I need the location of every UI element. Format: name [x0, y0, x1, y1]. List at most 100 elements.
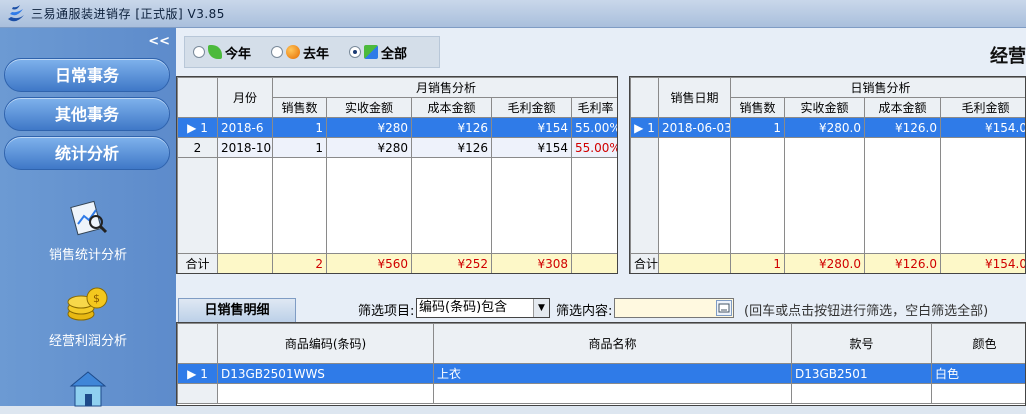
row-header-corner [178, 78, 218, 118]
page-title: 经营 [990, 42, 1026, 68]
total-row: 合计 2 ¥560 ¥252 ¥308 [178, 254, 619, 274]
cell-received: ¥280 [327, 118, 412, 138]
app-logo-icon [5, 3, 27, 25]
cell-product-code: D13GB2501WWS [218, 364, 434, 384]
table-row[interactable]: 2 2018-10 1 ¥280 ¥126 ¥154 55.00% [178, 138, 619, 158]
monthly-group-title: 月销售分析 [273, 78, 619, 98]
period-radio-group: 今年 去年 全部 [184, 36, 440, 68]
main-panel: 今年 去年 全部 经营 月份 月销售分析 [176, 28, 1026, 406]
orange-ball-icon [286, 45, 300, 59]
title-bar: 三易通服装进销存 [正式版] V3.85 [0, 0, 1026, 28]
radio-label: 今年 [225, 43, 251, 62]
sidebar-item-sales-stats[interactable]: 销售统计分析 [0, 198, 176, 263]
sidebar: << 日常事务 其他事务 统计分析 销售统计分析 $ 经营利润分析 [0, 28, 176, 406]
total-label: 合计 [178, 254, 218, 274]
cell-rate: 55.00% [572, 138, 619, 158]
filter-hint: (回车或点击按钮进行筛选，空白筛选全部) [744, 300, 988, 319]
detail-tabbar: 日销售明细 筛选项目: 编码(条码)包含 ▼ 筛选内容: (回车或点击按钮进行筛… [176, 294, 1026, 322]
cell-cost: ¥126 [412, 118, 492, 138]
leaf-icon [208, 45, 222, 59]
row-pointer-icon: ▶ [187, 367, 196, 381]
empty-row [631, 138, 1026, 254]
filter-item-label: 筛选项目: [358, 300, 414, 319]
cell-profit: ¥154 [492, 118, 572, 138]
cell-color: 白色 [932, 364, 1026, 384]
sidebar-item-profit-analysis[interactable]: $ 经营利润分析 [0, 284, 176, 349]
radio-last-year[interactable]: 去年 [271, 43, 329, 62]
col-qty: 销售数 [731, 98, 785, 118]
nav-statistics-button[interactable]: 统计分析 [4, 136, 170, 170]
col-product-code: 商品编码(条码) [218, 324, 434, 364]
tab-daily-detail[interactable]: 日销售明细 [178, 298, 296, 322]
cell-qty: 1 [731, 118, 785, 138]
nav-daily-affairs-button[interactable]: 日常事务 [4, 58, 170, 92]
radio-label: 全部 [381, 43, 407, 62]
row-index: 2 [178, 138, 218, 158]
total-rate [572, 254, 619, 274]
col-sale-date: 销售日期 [659, 78, 731, 118]
cell-style-no: D13GB2501 [792, 364, 932, 384]
col-profit: 毛利金额 [941, 98, 1026, 118]
col-qty: 销售数 [273, 98, 327, 118]
daily-sales-grid: 销售日期 日销售分析 销售数 实收金额 成本金额 毛利金额 ▶ 1 2018-0… [629, 76, 1026, 274]
row-index: ▶ 1 [178, 364, 218, 384]
total-profit: ¥308 [492, 254, 572, 274]
app-title: 三易通服装进销存 [正式版] V3.85 [31, 5, 225, 22]
nav-other-affairs-button[interactable]: 其他事务 [4, 97, 170, 131]
filter-content-label: 筛选内容: [556, 300, 612, 319]
col-cost: 成本金额 [412, 98, 492, 118]
total-received: ¥280.0 [785, 254, 865, 274]
cell-month: 2018-6 [218, 118, 273, 138]
sidebar-item-label: 经营利润分析 [49, 334, 127, 349]
house-icon [65, 368, 111, 408]
filter-item-value: 编码(条码)包含 [419, 300, 507, 315]
cell-rate: 55.00% [572, 118, 619, 138]
filter-item-select[interactable]: 编码(条码)包含 ▼ [416, 298, 550, 318]
row-index: ▶ 1 [631, 118, 659, 138]
total-qty: 2 [273, 254, 327, 274]
collapse-sidebar-button[interactable]: << [148, 34, 170, 49]
sidebar-item-house[interactable] [0, 368, 176, 414]
filter-search-button[interactable] [716, 300, 732, 316]
search-icon [717, 301, 731, 315]
monthly-sales-grid: 月份 月销售分析 销售数 实收金额 成本金额 毛利金额 毛利率 ▶ 1 2018… [176, 76, 618, 274]
table-row[interactable]: ▶ 1 2018-6 1 ¥280 ¥126 ¥154 55.00% [178, 118, 619, 138]
radio-dot-icon [271, 46, 283, 58]
svg-text:$: $ [93, 292, 100, 305]
total-label: 合计 [631, 254, 659, 274]
row-pointer-icon: ▶ [634, 121, 643, 135]
total-qty: 1 [731, 254, 785, 274]
col-rate: 毛利率 [572, 98, 619, 118]
col-received: 实收金额 [785, 98, 865, 118]
radio-all[interactable]: 全部 [349, 43, 407, 62]
col-color: 颜色 [932, 324, 1026, 364]
sidebar-item-label: 销售统计分析 [49, 248, 127, 263]
cell-profit: ¥154 [492, 138, 572, 158]
col-profit: 毛利金额 [492, 98, 572, 118]
daily-detail-grid: 商品编码(条码) 商品名称 款号 颜色 ▶ 1 D13GB2501WWS 上衣 … [176, 322, 1026, 406]
cell-qty: 1 [273, 118, 327, 138]
cell-cost: ¥126.0 [865, 118, 941, 138]
cube-icon [364, 45, 378, 59]
cell-date: 2018-06-03 [659, 118, 731, 138]
col-cost: 成本金额 [865, 98, 941, 118]
table-row[interactable]: ▶ 1 2018-06-03 1 ¥280.0 ¥126.0 ¥154.0 [631, 118, 1026, 138]
col-style-no: 款号 [792, 324, 932, 364]
col-received: 实收金额 [327, 98, 412, 118]
total-row: 合计 1 ¥280.0 ¥126.0 ¥154.0 [631, 254, 1026, 274]
toolbar: 今年 去年 全部 经营 [178, 32, 1026, 72]
radio-label: 去年 [303, 43, 329, 62]
chevron-down-icon[interactable]: ▼ [533, 299, 549, 317]
table-row[interactable]: ▶ 1 D13GB2501WWS 上衣 D13GB2501 白色 [178, 364, 1026, 384]
total-cost: ¥252 [412, 254, 492, 274]
radio-this-year[interactable]: 今年 [193, 43, 251, 62]
chart-magnifier-icon [66, 198, 110, 238]
row-header-corner [178, 324, 218, 364]
row-header-corner [631, 78, 659, 118]
cell-month: 2018-10 [218, 138, 273, 158]
row-index: ▶ 1 [178, 118, 218, 138]
cell-received: ¥280.0 [785, 118, 865, 138]
cell-profit: ¥154.0 [941, 118, 1026, 138]
col-product-name: 商品名称 [434, 324, 792, 364]
row-pointer-icon: ▶ [187, 121, 196, 135]
